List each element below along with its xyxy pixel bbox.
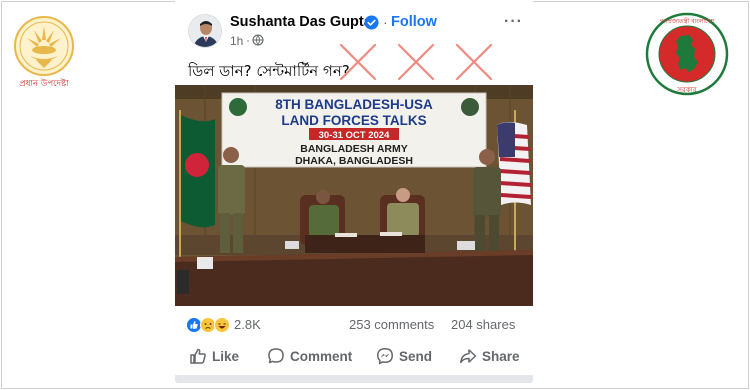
right-seal-caption-bottom: সরকার [676,86,696,94]
post-text: ডিল ডান? সেন্টমার্টিন গন? [188,62,350,80]
post-timestamp[interactable]: 1h [230,34,243,48]
messenger-icon [377,348,393,365]
shares-count[interactable]: 204 shares [451,317,515,332]
government-seal-icon: গণপ্রজাতন্ত্রী বাংলাদেশ সরকার [645,12,729,96]
post-bottom-border [175,375,533,383]
cross-mark-icon [397,43,435,81]
sad-reaction-icon [200,317,216,333]
banner-dates: 30-31 OCT 2024 [319,130,390,141]
comment-label: Comment [290,348,353,364]
share-label: Share [482,348,520,364]
reaction-count[interactable]: 2.8K [234,317,261,332]
haha-reaction-icon [214,317,230,333]
share-button[interactable]: Share [459,345,520,367]
cross-mark-icon [339,43,377,81]
comment-button[interactable]: Comment [267,345,352,367]
share-arrow-icon [460,349,477,364]
send-label: Send [399,348,433,364]
banner-line-2: LAND FORCES TALKS [281,113,426,128]
cross-mark-icon [455,43,493,81]
like-label: Like [212,348,240,364]
banner-line-1: 8TH BANGLADESH-USA [275,97,433,112]
like-reaction-icon [186,317,202,333]
send-button[interactable]: Send [376,345,432,367]
meeting-photo: 8TH BANGLADESH-USA LAND FORCES TALKS 30-… [175,85,533,306]
banner-line-3: BANGLADESH ARMY [300,143,408,155]
speech-bubble-icon [268,348,284,364]
post-photo[interactable]: 8TH BANGLADESH-USA LAND FORCES TALKS 30-… [175,85,533,306]
globe-icon [252,34,264,46]
follow-button[interactable]: Follow [391,14,437,30]
time-separator: · [246,33,250,47]
reaction-icons[interactable] [186,317,232,333]
thumbs-up-icon [190,348,206,364]
author-avatar[interactable] [188,14,222,48]
author-name[interactable]: Sushanta Das Gupta [230,14,372,30]
name-separator: · [383,14,388,30]
left-seal-caption: প্রধান উপদেষ্টা [19,77,69,89]
comments-count[interactable]: 253 comments [349,317,434,332]
verified-badge-icon [364,15,379,30]
like-button[interactable]: Like [189,345,239,367]
more-options-icon[interactable]: ··· [504,13,523,31]
chief-adviser-seal-icon: প্রধান উপদেষ্টা [14,16,74,89]
banner-line-4: DHAKA, BANGLADESH [295,155,413,167]
right-seal-caption-top: গণপ্রজাতন্ত্রী বাংলাদেশ [660,17,715,25]
